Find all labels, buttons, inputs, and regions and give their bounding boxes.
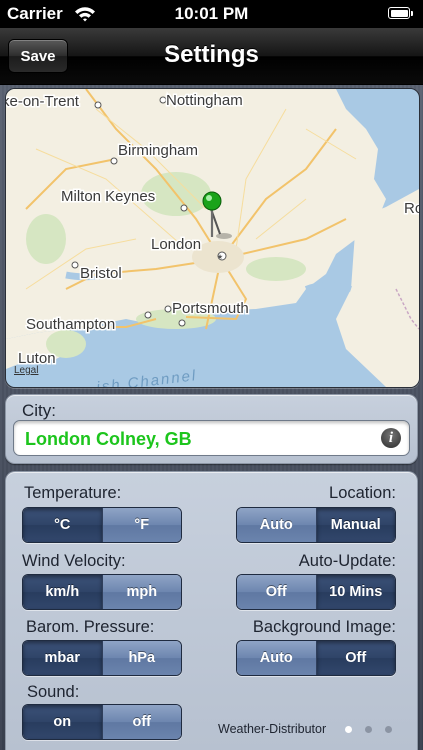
svg-text:★: ★ xyxy=(217,253,223,261)
wind-mph-option[interactable]: mph xyxy=(101,575,181,609)
temperature-segmented-control[interactable]: °C °F xyxy=(22,507,182,543)
pressure-mbar-option[interactable]: mbar xyxy=(23,641,102,675)
location-auto-option[interactable]: Auto xyxy=(237,508,316,542)
map-canvas[interactable]: ★ ke-on-Trent Nottingham Birmingham Milt… xyxy=(6,89,419,387)
temperature-fahrenheit-option[interactable]: °F xyxy=(101,508,181,542)
location-map[interactable]: ★ ke-on-Trent Nottingham Birmingham Milt… xyxy=(5,88,420,388)
map-label-southampton: Southampton xyxy=(26,316,115,333)
pressure-segmented-control[interactable]: mbar hPa xyxy=(22,640,182,676)
temperature-celsius-option[interactable]: °C xyxy=(23,508,102,542)
auto-update-label: Auto-Update: xyxy=(298,552,396,570)
pressure-label: Barom. Pressure: xyxy=(26,618,155,636)
sound-off-option[interactable]: off xyxy=(101,705,181,739)
page-indicator-dot-3[interactable] xyxy=(385,726,392,733)
map-label-stoke: ke-on-Trent xyxy=(6,93,80,110)
location-segmented-control[interactable]: Auto Manual xyxy=(236,507,396,543)
sound-segmented-control[interactable]: on off xyxy=(22,704,182,740)
battery-icon xyxy=(388,7,413,19)
location-manual-option[interactable]: Manual xyxy=(315,508,395,542)
page-title: Settings xyxy=(164,41,259,68)
map-label-bristol: Bristol xyxy=(80,265,122,282)
map-label-london: London xyxy=(151,236,201,253)
background-image-label: Background Image: xyxy=(252,618,396,636)
map-label-portsmouth: Portsmouth xyxy=(172,300,249,317)
info-icon[interactable]: i xyxy=(381,428,401,448)
auto-update-off-option[interactable]: Off xyxy=(237,575,316,609)
sound-label: Sound: xyxy=(27,683,80,701)
background-image-segmented-control[interactable]: Auto Off xyxy=(236,640,396,676)
background-off-option[interactable]: Off xyxy=(315,641,395,675)
navigation-bar: Save Settings xyxy=(0,28,423,85)
page-indicator-dot-2[interactable] xyxy=(365,726,372,733)
map-label-milton-keynes: Milton Keynes xyxy=(61,188,155,205)
city-value: London Colney, GB xyxy=(25,429,192,449)
footer-credit: Weather-Distributor xyxy=(218,722,327,736)
wind-kmh-option[interactable]: km/h xyxy=(23,575,102,609)
wind-velocity-segmented-control[interactable]: km/h mph xyxy=(22,574,182,610)
wind-velocity-label: Wind Velocity: xyxy=(22,552,126,570)
temperature-label: Temperature: xyxy=(24,484,122,502)
city-field[interactable]: London Colney, GB i xyxy=(13,420,410,456)
pressure-hpa-option[interactable]: hPa xyxy=(101,641,181,675)
auto-update-segmented-control[interactable]: Off 10 Mins xyxy=(236,574,396,610)
auto-update-10mins-option[interactable]: 10 Mins xyxy=(315,575,395,609)
background-auto-option[interactable]: Auto xyxy=(237,641,316,675)
map-label-ro: Ro xyxy=(404,200,419,217)
sound-on-option[interactable]: on xyxy=(23,705,102,739)
location-label: Location: xyxy=(329,484,396,502)
city-panel: City: London Colney, GB i xyxy=(5,394,418,464)
page-indicator-dot-1[interactable] xyxy=(345,726,352,733)
city-label: City: xyxy=(22,401,56,420)
map-legal-link[interactable]: Legal xyxy=(14,365,38,376)
status-bar: Carrier 10:01 PM xyxy=(0,0,423,28)
map-label-birmingham: Birmingham xyxy=(118,142,198,159)
clock: 10:01 PM xyxy=(174,4,249,23)
map-label-nottingham: Nottingham xyxy=(166,92,243,109)
